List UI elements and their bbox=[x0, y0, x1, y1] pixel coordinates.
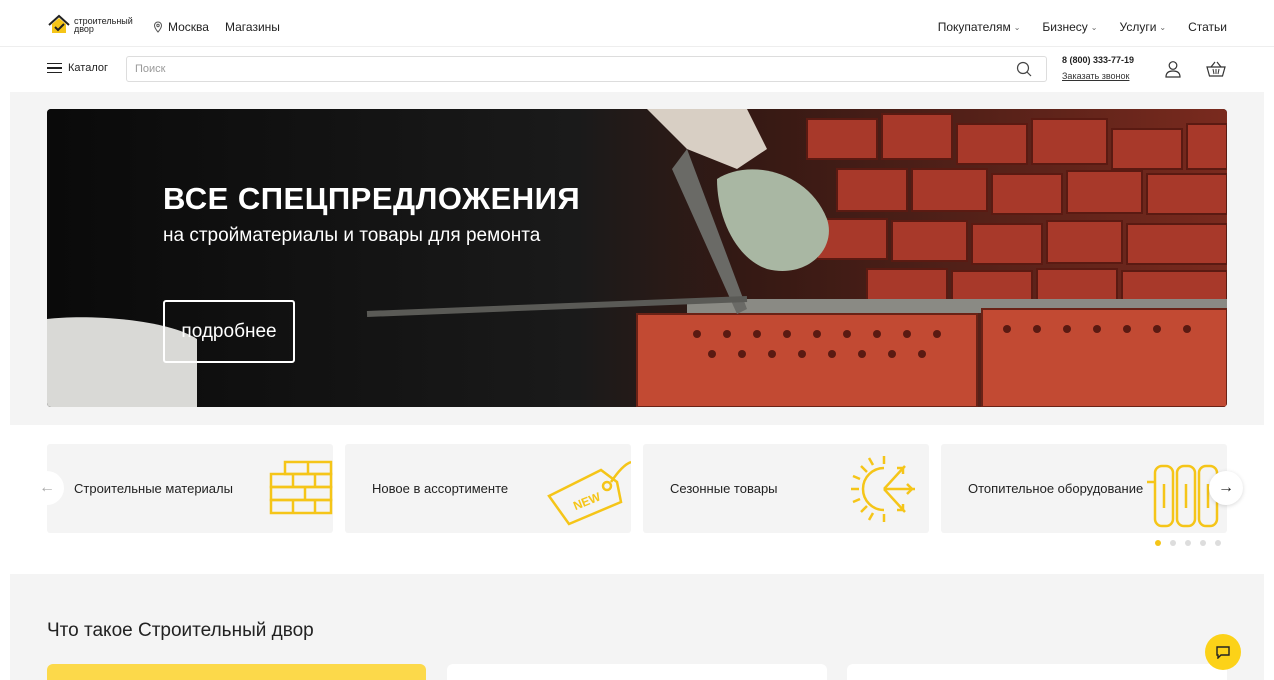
hero-subtitle: на стройматериалы и товары для ремонта bbox=[163, 225, 541, 246]
search-row: Каталог 8 (800) 333-77-19 Заказать звоно… bbox=[0, 47, 1274, 92]
chevron-down-icon: ⌄ bbox=[1013, 22, 1021, 32]
chat-button[interactable] bbox=[1205, 634, 1241, 670]
hero-title: ВСЕ СПЕЦПРЕДЛОЖЕНИЯ bbox=[163, 181, 581, 216]
callback-link[interactable]: Заказать звонок bbox=[1062, 71, 1129, 81]
category-label: Новое в ассортименте bbox=[372, 481, 509, 496]
logo-text: строительный двор bbox=[74, 16, 133, 34]
catalog-label: Каталог bbox=[68, 62, 108, 74]
search-icon[interactable] bbox=[1016, 61, 1032, 77]
hero-banner[interactable]: ВСЕ СПЕЦПРЕДЛОЖЕНИЯ на стройматериалы и … bbox=[47, 109, 1227, 407]
category-label: Строительные материалы bbox=[74, 481, 233, 496]
catalog-button[interactable]: Каталог bbox=[47, 62, 108, 74]
about-card bbox=[447, 664, 827, 680]
house-logo-icon bbox=[48, 14, 70, 33]
category-carousel: Строительные материалы Новое в ассортиме… bbox=[47, 444, 1227, 533]
svg-text:NEW: NEW bbox=[571, 489, 603, 513]
carousel-dot[interactable] bbox=[1200, 540, 1206, 546]
carousel-dot[interactable] bbox=[1185, 540, 1191, 546]
bricks-icon bbox=[269, 460, 333, 515]
search-box bbox=[126, 56, 1047, 82]
new-tag-icon: NEW bbox=[547, 460, 631, 526]
arrow-left-icon: ← bbox=[39, 479, 55, 496]
carousel-dot[interactable] bbox=[1215, 540, 1221, 546]
hero-more-button[interactable]: подробнее bbox=[163, 300, 295, 363]
carousel-dots bbox=[1155, 540, 1221, 546]
nav-services[interactable]: Услуги ⌄ bbox=[1120, 20, 1167, 34]
city-selector[interactable]: Москва bbox=[152, 20, 209, 34]
phone-number[interactable]: 8 (800) 333-77-19 bbox=[1062, 55, 1134, 65]
basket-icon[interactable] bbox=[1206, 60, 1226, 78]
search-input[interactable] bbox=[127, 57, 1007, 81]
user-icon[interactable] bbox=[1164, 60, 1182, 78]
sun-snowflake-icon bbox=[851, 456, 915, 522]
about-card bbox=[47, 664, 426, 680]
carousel-prev-button[interactable]: ← bbox=[30, 471, 64, 505]
category-card-new-arrivals[interactable]: Новое в ассортименте NEW bbox=[345, 444, 631, 533]
top-bar: строительный двор Москва Магазины Покупа… bbox=[0, 0, 1274, 47]
category-card-seasonal[interactable]: Сезонные товары bbox=[643, 444, 929, 533]
about-title: Что такое Строительный двор bbox=[47, 620, 314, 641]
nav-buyers[interactable]: Покупателям ⌄ bbox=[938, 20, 1021, 34]
city-label: Москва bbox=[168, 20, 209, 34]
shops-link[interactable]: Магазины bbox=[225, 20, 280, 34]
carousel-dot[interactable] bbox=[1170, 540, 1176, 546]
chat-bubble-icon bbox=[1216, 646, 1230, 659]
category-card-heating[interactable]: Отопительное оборудование bbox=[941, 444, 1227, 533]
top-nav: Покупателям ⌄ Бизнесу ⌄ Услуги ⌄ Статьи bbox=[938, 20, 1227, 34]
location-pin-icon bbox=[153, 21, 163, 33]
chevron-down-icon: ⌄ bbox=[1090, 22, 1098, 32]
carousel-next-button[interactable]: → bbox=[1209, 471, 1243, 505]
arrow-right-icon: → bbox=[1218, 479, 1234, 496]
logo[interactable]: строительный двор bbox=[47, 14, 133, 36]
nav-articles[interactable]: Статьи bbox=[1188, 20, 1227, 34]
category-label: Сезонные товары bbox=[670, 481, 778, 496]
category-card-building-materials[interactable]: Строительные материалы bbox=[47, 444, 333, 533]
about-card bbox=[847, 664, 1227, 680]
chevron-down-icon: ⌄ bbox=[1159, 22, 1167, 32]
carousel-dot[interactable] bbox=[1155, 540, 1161, 546]
category-label: Отопительное оборудование bbox=[968, 481, 1144, 496]
nav-business[interactable]: Бизнесу ⌄ bbox=[1042, 20, 1097, 34]
hamburger-icon bbox=[47, 62, 62, 74]
